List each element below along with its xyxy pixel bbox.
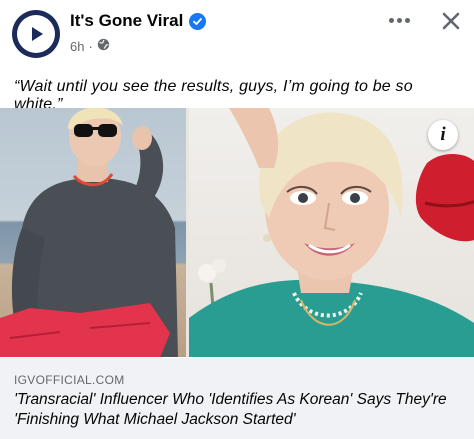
page-name-row: It's Gone Viral [70,11,207,31]
beach-photo [0,108,186,357]
info-icon[interactable]: i [428,120,458,150]
more-options-button[interactable] [385,8,413,32]
post-image[interactable] [0,108,474,357]
page-avatar[interactable] [12,10,60,58]
link-headline[interactable]: 'Transracial' Influencer Who 'Identifies… [14,390,464,430]
post-meta: 6h · [70,38,110,54]
facebook-post: It's Gone Viral 6h · “Wait until you see… [0,0,474,439]
more-dot [404,17,410,23]
post-timestamp[interactable]: 6h [70,39,84,54]
more-dot [396,17,402,23]
verified-badge-icon [189,12,207,30]
close-icon[interactable] [438,8,464,34]
globe-icon[interactable] [97,38,110,54]
more-dot [388,17,394,23]
link-domain: IGVOFFICIAL.COM [14,373,125,387]
play-logo-icon [17,15,55,53]
meta-separator: · [88,38,93,54]
page-name[interactable]: It's Gone Viral [70,11,183,31]
